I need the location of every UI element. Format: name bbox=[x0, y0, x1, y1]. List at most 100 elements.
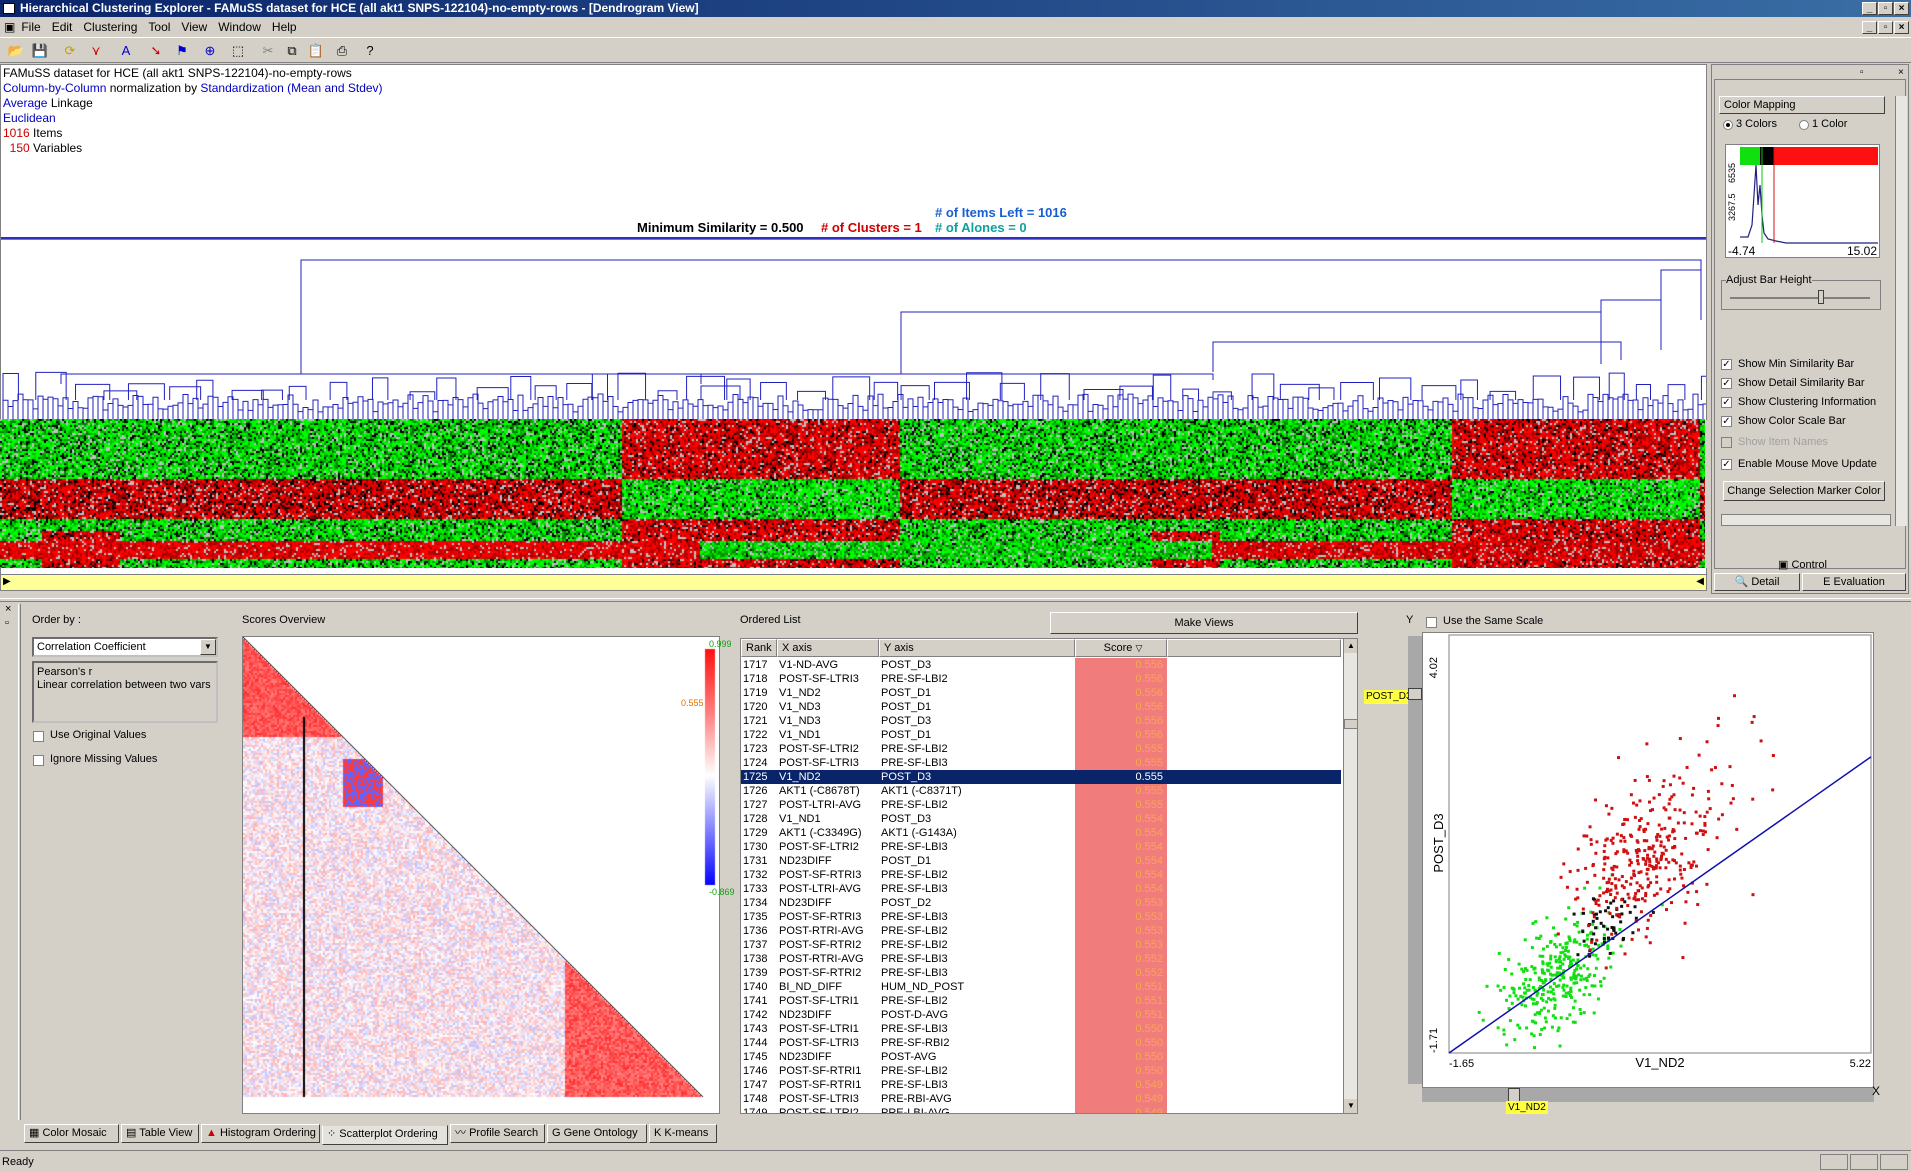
table-row[interactable]: 1747 POST-SF-RTRI1 PRE-SF-LBI3 0.549 bbox=[741, 1078, 1341, 1092]
table-row[interactable]: 1730 POST-SF-LTRI2 PRE-SF-LBI3 0.554 bbox=[741, 840, 1341, 854]
table-row[interactable]: 1736 POST-RTRI-AVG PRE-SF-LBI2 0.553 bbox=[741, 924, 1341, 938]
table-row[interactable]: 1719 V1_ND2 POST_D1 0.556 bbox=[741, 686, 1341, 700]
change-marker-color-button[interactable]: Change Selection Marker Color bbox=[1723, 481, 1885, 501]
target-icon[interactable]: ⊕ bbox=[200, 41, 220, 61]
scroll-up-icon[interactable]: ▲ bbox=[1344, 639, 1357, 653]
cluster-icon[interactable]: ⋎ bbox=[86, 41, 106, 61]
check-3-checkbox[interactable]: ✓ bbox=[1721, 416, 1732, 427]
panel-restore-icon[interactable]: ▫ bbox=[1860, 67, 1864, 78]
check-5-checkbox[interactable]: ✓ bbox=[1721, 459, 1732, 470]
cut-icon[interactable]: ✂ bbox=[258, 41, 278, 61]
check-4-checkbox[interactable] bbox=[1721, 437, 1732, 448]
table-row[interactable]: 1721 V1_ND3 POST_D3 0.556 bbox=[741, 714, 1341, 728]
table-row[interactable]: 1748 POST-SF-LTRI3 PRE-RBI-AVG 0.549 bbox=[741, 1092, 1341, 1106]
y-slider-thumb[interactable] bbox=[1408, 688, 1422, 700]
table-row[interactable]: 1727 POST-LTRI-AVG PRE-SF-LBI2 0.555 bbox=[741, 798, 1341, 812]
horizontal-scrollbar[interactable]: ▶ ◀ bbox=[0, 574, 1707, 591]
menu-edit[interactable]: Edit bbox=[52, 20, 73, 34]
bottom-restore-icon[interactable]: ▫ bbox=[5, 617, 9, 629]
splitter[interactable] bbox=[0, 598, 1911, 602]
table-row[interactable]: 1740 BI_ND_DIFF HUM_ND_POST 0.551 bbox=[741, 980, 1341, 994]
scroll-left-icon[interactable]: ▶ bbox=[3, 576, 11, 587]
table-row[interactable]: 1749 POST-SF-LTRI2 PRE-LBI-AVG 0.549 bbox=[741, 1106, 1341, 1113]
table-row[interactable]: 1728 V1_ND1 POST_D3 0.554 bbox=[741, 812, 1341, 826]
scatterplot[interactable]: 4.02 -1.71 POST_D3 -1.65 5.22 V1_ND2 bbox=[1422, 632, 1874, 1088]
close-button[interactable]: × bbox=[1894, 2, 1909, 15]
table-row[interactable]: 1738 POST-RTRI-AVG PRE-SF-LBI3 0.552 bbox=[741, 952, 1341, 966]
menu-help[interactable]: Help bbox=[272, 20, 297, 34]
one-color-radio[interactable] bbox=[1799, 120, 1809, 130]
panel-close-icon[interactable]: × bbox=[1898, 67, 1904, 78]
save-icon[interactable]: 💾 bbox=[30, 41, 50, 61]
color-histogram[interactable]: 6535 3267.5 -4.74 15.02 bbox=[1725, 144, 1880, 258]
same-scale-checkbox[interactable] bbox=[1426, 617, 1437, 628]
table-row[interactable]: 1742 ND23DIFF POST-D-AVG 0.551 bbox=[741, 1008, 1341, 1022]
check-0-checkbox[interactable]: ✓ bbox=[1721, 359, 1732, 370]
table-row[interactable]: 1722 V1_ND1 POST_D1 0.556 bbox=[741, 728, 1341, 742]
tab-evaluation[interactable]: E Evaluation bbox=[1802, 573, 1906, 591]
ignore-missing-values-checkbox[interactable] bbox=[33, 755, 44, 766]
tab-histogram-ordering[interactable]: ▲ Histogram Ordering bbox=[201, 1124, 320, 1143]
table-row[interactable]: 1741 POST-SF-LTRI1 PRE-SF-LBI2 0.551 bbox=[741, 994, 1341, 1008]
table-row[interactable]: 1717 V1-ND-AVG POST_D3 0.556 bbox=[741, 658, 1341, 672]
table-row[interactable]: 1744 POST-SF-LTRI3 PRE-SF-RBI2 0.550 bbox=[741, 1036, 1341, 1050]
table-row[interactable]: 1732 POST-SF-RTRI3 PRE-SF-LBI2 0.554 bbox=[741, 868, 1341, 882]
table-row[interactable]: 1735 POST-SF-RTRI3 PRE-SF-LBI3 0.553 bbox=[741, 910, 1341, 924]
table-row[interactable]: 1723 POST-SF-LTRI2 PRE-SF-LBI2 0.555 bbox=[741, 742, 1341, 756]
print-icon[interactable]: ⎙ bbox=[332, 41, 352, 61]
ordered-list-table[interactable]: Rank X axis Y axis Score ▽ 1717 V1-ND-AVG… bbox=[740, 638, 1358, 1114]
table-row[interactable]: 1739 POST-SF-RTRI2 PRE-SF-LBI3 0.552 bbox=[741, 966, 1341, 980]
tab-color-mosaic[interactable]: ▦ Color Mosaic bbox=[24, 1124, 119, 1143]
table-row[interactable]: 1725 V1_ND2 POST_D3 0.555 bbox=[741, 770, 1341, 784]
tab-profile-search[interactable]: 〰 Profile Search bbox=[450, 1124, 545, 1143]
scroll-right-icon[interactable]: ◀ bbox=[1696, 576, 1704, 587]
scroll-down-icon[interactable]: ▼ bbox=[1344, 1099, 1357, 1113]
table-row[interactable]: 1720 V1_ND3 POST_D1 0.556 bbox=[741, 700, 1341, 714]
copy-icon[interactable]: ⧉ bbox=[282, 41, 302, 61]
scroll-thumb[interactable] bbox=[1344, 719, 1357, 729]
table-row[interactable]: 1745 ND23DIFF POST-AVG 0.550 bbox=[741, 1050, 1341, 1064]
control-horizontal-scrollbar[interactable] bbox=[1721, 514, 1891, 526]
arrow-icon[interactable]: ➘ bbox=[146, 41, 166, 61]
ordered-list-scrollbar[interactable]: ▲ ▼ bbox=[1343, 639, 1357, 1113]
child-restore-button[interactable]: ▫ bbox=[1878, 21, 1893, 34]
header-score[interactable]: Score ▽ bbox=[1075, 639, 1167, 657]
select-icon[interactable]: ⬚ bbox=[228, 41, 248, 61]
tab-gene-ontology[interactable]: G Gene Ontology bbox=[547, 1124, 647, 1143]
header-y-axis[interactable]: Y axis bbox=[879, 639, 1075, 657]
order-by-select[interactable]: Correlation Coefficient ▼ bbox=[32, 637, 218, 657]
y-axis-slider[interactable] bbox=[1408, 636, 1422, 1084]
open-icon[interactable]: 📂 bbox=[6, 41, 26, 61]
bottom-dock-grip[interactable] bbox=[18, 604, 21, 1120]
table-row[interactable]: 1737 POST-SF-RTRI2 PRE-SF-LBI2 0.553 bbox=[741, 938, 1341, 952]
header-x-axis[interactable]: X axis bbox=[777, 639, 879, 657]
table-row[interactable]: 1718 POST-SF-LTRI3 PRE-SF-LBI2 0.556 bbox=[741, 672, 1341, 686]
menu-clustering[interactable]: Clustering bbox=[83, 20, 137, 34]
bottom-close-icon[interactable]: × bbox=[5, 603, 11, 615]
tab-table-view[interactable]: ▤ Table View bbox=[121, 1124, 199, 1143]
chevron-down-icon[interactable]: ▼ bbox=[200, 639, 216, 655]
make-views-button[interactable]: Make Views bbox=[1050, 612, 1358, 634]
table-row[interactable]: 1731 ND23DIFF POST_D1 0.554 bbox=[741, 854, 1341, 868]
child-close-button[interactable]: × bbox=[1894, 21, 1909, 34]
menu-window[interactable]: Window bbox=[218, 20, 261, 34]
x-slider-thumb[interactable] bbox=[1508, 1088, 1520, 1102]
flag-icon[interactable]: ⚑ bbox=[172, 41, 192, 61]
tab-k-means[interactable]: K K-means bbox=[649, 1124, 717, 1143]
label-icon[interactable]: A bbox=[116, 41, 136, 61]
table-row[interactable]: 1729 AKT1 (-C3349G) AKT1 (-G143A) 0.554 bbox=[741, 826, 1341, 840]
table-row[interactable]: 1734 ND23DIFF POST_D2 0.553 bbox=[741, 896, 1341, 910]
table-row[interactable]: 1733 POST-LTRI-AVG PRE-SF-LBI3 0.554 bbox=[741, 882, 1341, 896]
table-row[interactable]: 1746 POST-SF-RTRI1 PRE-SF-LBI2 0.550 bbox=[741, 1064, 1341, 1078]
restore-button[interactable]: ▫ bbox=[1878, 2, 1893, 15]
table-row[interactable]: 1724 POST-SF-LTRI3 PRE-SF-LBI3 0.555 bbox=[741, 756, 1341, 770]
menu-file[interactable]: File bbox=[21, 20, 40, 34]
heatmap[interactable] bbox=[0, 419, 1707, 568]
minimize-button[interactable]: _ bbox=[1862, 2, 1877, 15]
tab-scatterplot-ordering[interactable]: ⁘ Scatterplot Ordering bbox=[322, 1125, 448, 1145]
dendrogram[interactable] bbox=[0, 240, 1731, 420]
table-row[interactable]: 1726 AKT1 (-C8678T) AKT1 (-C8371T) 0.555 bbox=[741, 784, 1341, 798]
three-colors-radio[interactable] bbox=[1723, 120, 1733, 130]
x-axis-tag[interactable]: V1_ND2 bbox=[1506, 1101, 1548, 1114]
mdi-icon[interactable]: ▣ bbox=[4, 20, 15, 34]
